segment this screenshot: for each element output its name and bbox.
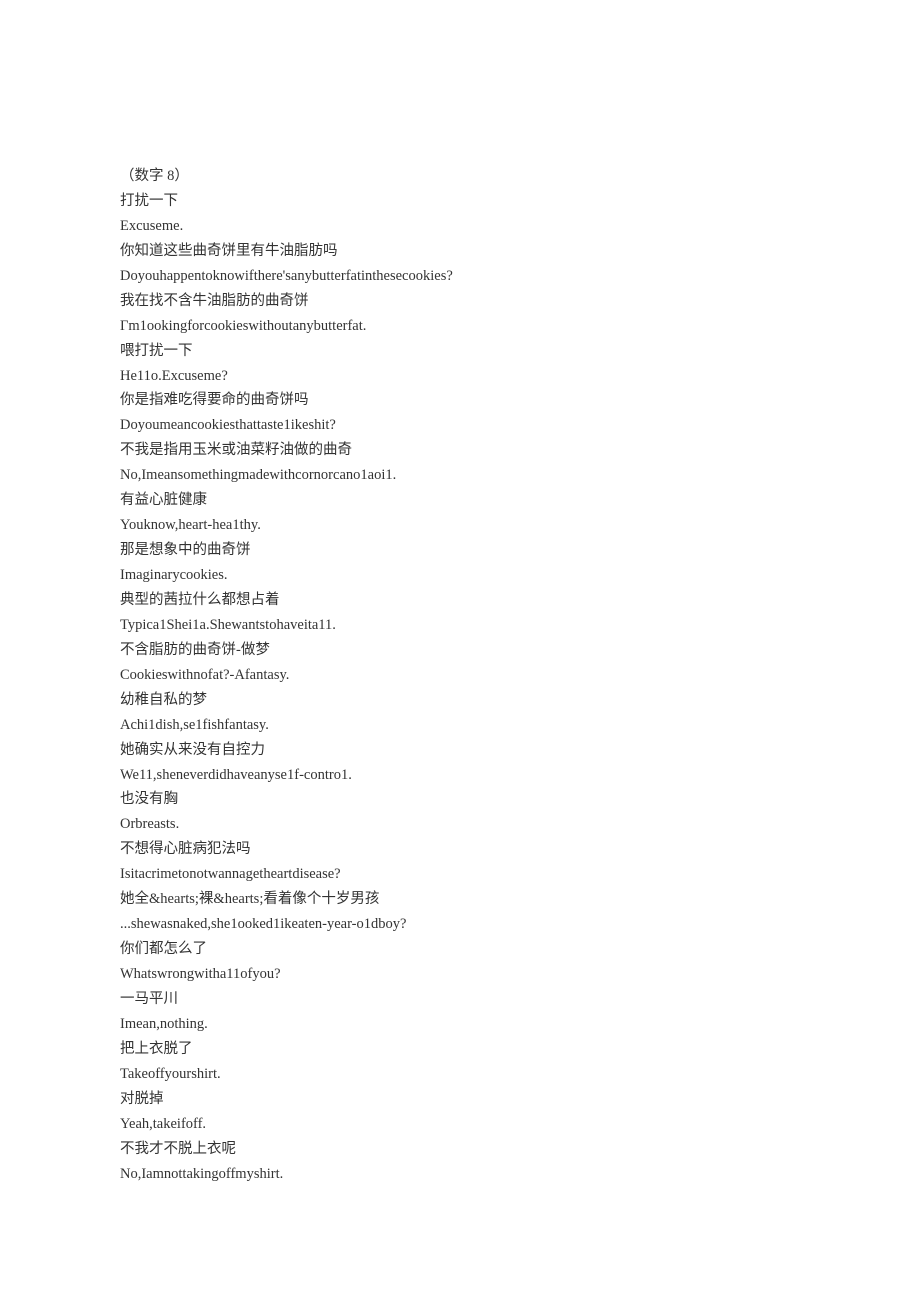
text-line: Imaginarycookies.	[120, 563, 800, 588]
text-line: Youknow,heart-hea1thy.	[120, 513, 800, 538]
text-line: 她确实从来没有自控力	[120, 738, 800, 763]
text-line: 那是想象中的曲奇饼	[120, 538, 800, 563]
text-line: 你知道这些曲奇饼里有牛油脂肪吗	[120, 239, 800, 264]
text-line: Achi1dish,se1fishfantasy.	[120, 713, 800, 738]
text-line: 她全&hearts;裸&hearts;看着像个十岁男孩	[120, 887, 800, 912]
text-line: Isitacrimetonotwannagetheartdisease?	[120, 862, 800, 887]
text-line: 把上衣脱了	[120, 1037, 800, 1062]
text-line: Cookieswithnofat?-Afantasy.	[120, 663, 800, 688]
text-line: ...shewasnaked,she1ooked1ikeaten-year-o1…	[120, 912, 800, 937]
text-line: Doyouhappentoknowifthere'sanybutterfatin…	[120, 264, 800, 289]
text-line: 不含脂肪的曲奇饼-做梦	[120, 638, 800, 663]
text-line: 不我才不脱上衣呢	[120, 1137, 800, 1162]
text-line: Excuseme.	[120, 214, 800, 239]
document-page: （数字 8）打扰一下Excuseme.你知道这些曲奇饼里有牛油脂肪吗Doyouh…	[0, 0, 920, 1301]
text-line: Yeah,takeifoff.	[120, 1112, 800, 1137]
text-line: No,Iamnottakingoffmyshirt.	[120, 1162, 800, 1187]
text-line: Imean,nothing.	[120, 1012, 800, 1037]
text-line: 一马平川	[120, 987, 800, 1012]
text-line: 喂打扰一下	[120, 339, 800, 364]
text-line: Γm1ookingforcookieswithoutanybutterfat.	[120, 314, 800, 339]
text-line: 典型的茜拉什么都想占着	[120, 588, 800, 613]
text-line: 你们都怎么了	[120, 937, 800, 962]
text-line: 你是指难吃得要命的曲奇饼吗	[120, 388, 800, 413]
text-line: 我在找不含牛油脂肪的曲奇饼	[120, 289, 800, 314]
text-line: Whatswrongwitha11ofyou?	[120, 962, 800, 987]
text-line: Orbreasts.	[120, 812, 800, 837]
text-line: 打扰一下	[120, 189, 800, 214]
text-line: 不我是指用玉米或油菜籽油做的曲奇	[120, 438, 800, 463]
text-line: 有益心脏健康	[120, 488, 800, 513]
text-body: （数字 8）打扰一下Excuseme.你知道这些曲奇饼里有牛油脂肪吗Doyouh…	[120, 164, 800, 1186]
text-line: （数字 8）	[120, 164, 800, 189]
text-line: Takeoffyourshirt.	[120, 1062, 800, 1087]
text-line: Typica1Shei1a.Shewantstohaveita11.	[120, 613, 800, 638]
text-line: We11,sheneverdidhaveanyse1f-contro1.	[120, 763, 800, 788]
text-line: 不想得心脏病犯法吗	[120, 837, 800, 862]
text-line: 也没有胸	[120, 787, 800, 812]
text-line: 对脱掉	[120, 1087, 800, 1112]
text-line: He11o.Excuseme?	[120, 364, 800, 389]
text-line: 幼稚自私的梦	[120, 688, 800, 713]
text-line: No,Imeansomethingmadewithcornorcano1aoi1…	[120, 463, 800, 488]
text-line: Doyoumeancookiesthattaste1ikeshit?	[120, 413, 800, 438]
